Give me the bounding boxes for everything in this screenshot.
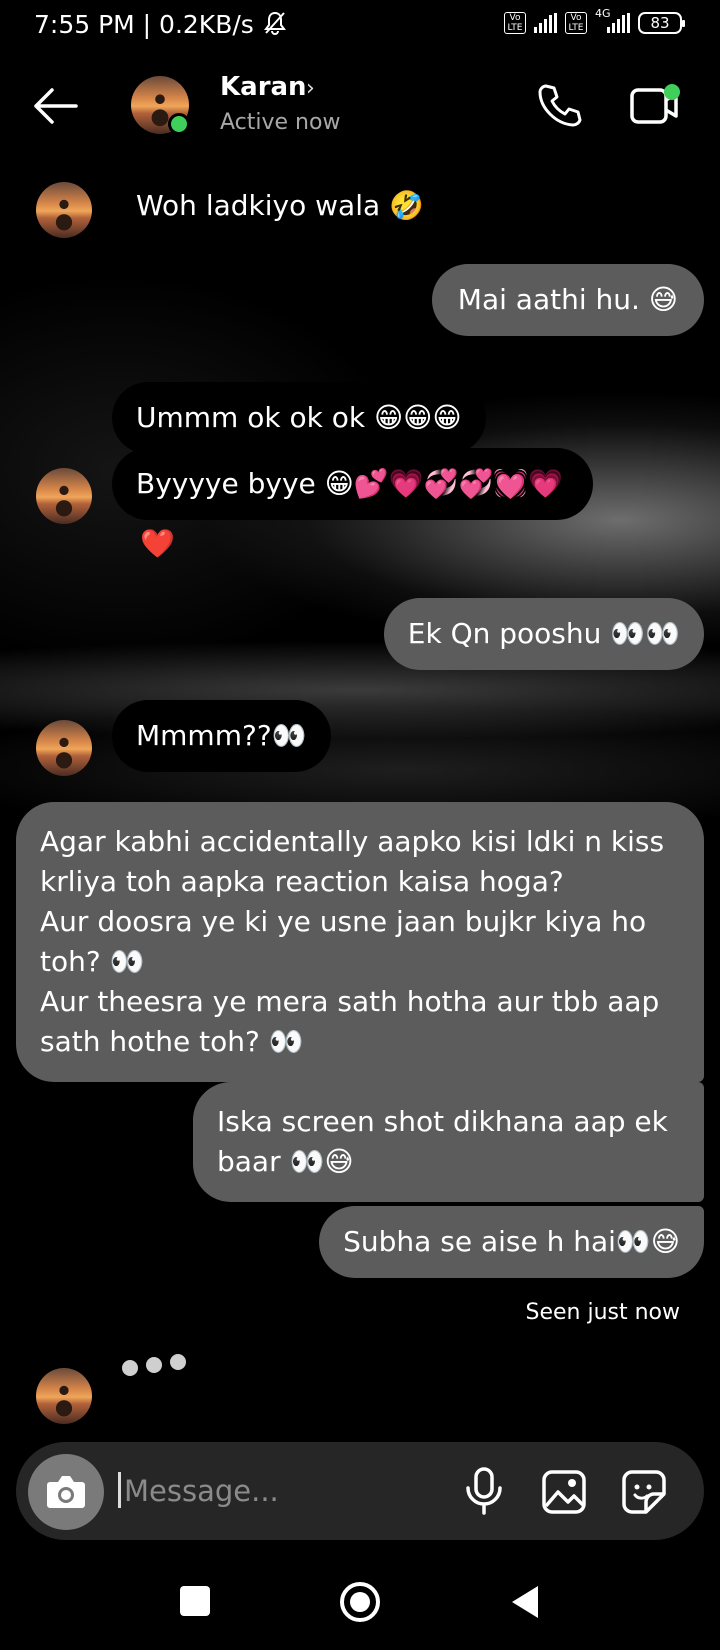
message-line: sath hothe toh? 👀 (40, 1025, 304, 1058)
message-line: baar 👀😅 (217, 1145, 354, 1178)
phone-icon[interactable] (536, 82, 584, 128)
seen-status: Seen just now (525, 1300, 680, 1325)
sticker-icon[interactable] (620, 1468, 668, 1516)
gallery-icon[interactable] (540, 1468, 588, 1516)
volte-badge-2: Vo LTE (565, 12, 587, 34)
chevron-right-icon[interactable]: › (306, 76, 315, 101)
message-line: Iska screen shot dikhana aap ek (217, 1105, 668, 1138)
battery-icon: 83 (638, 12, 685, 34)
volte-badge: Vo LTE (504, 12, 526, 34)
microphone-icon[interactable] (462, 1466, 506, 1516)
back-arrow-icon[interactable] (30, 86, 80, 126)
home-icon[interactable] (340, 1582, 380, 1622)
back-icon[interactable] (508, 1584, 542, 1620)
message-bubble-incoming[interactable]: Byyyye byye 😁💕💗💞💞💓💗 (112, 448, 594, 520)
sender-avatar[interactable] (36, 468, 92, 524)
camera-icon (47, 1476, 85, 1508)
signal-icon (534, 13, 557, 33)
bell-muted-icon (263, 11, 286, 35)
signal-4g-icon: 4G (595, 7, 630, 33)
contact-status: Active now (220, 110, 341, 135)
video-call-icon[interactable] (628, 82, 684, 128)
status-time-text: 7:55 PM | 0.2KB/s (34, 10, 254, 39)
message-line: Aur doosra ye ki ye usne jaan bujkr kiya… (40, 905, 647, 938)
message-bubble-outgoing[interactable]: Iska screen shot dikhana aap ek baar 👀😅 (193, 1082, 704, 1202)
contact-name[interactable]: Karan (220, 72, 307, 102)
message-reaction-heart[interactable]: ❤️ (140, 526, 175, 562)
message-bubble-outgoing[interactable]: Subha se aise h hai👀😅 (319, 1206, 704, 1278)
message-input[interactable] (124, 1466, 424, 1516)
message-bubble-outgoing[interactable]: Ek Qn pooshu 👀👀 (383, 598, 704, 670)
message-line: toh? 👀 (40, 945, 145, 978)
message-line: Aur theesra ye mera sath hotha aur tbb a… (40, 985, 660, 1018)
message-line: krliya toh aapka reaction kaisa hoga? (40, 865, 564, 898)
status-indicators: Vo LTE Vo LTE 4G 83 (504, 7, 685, 34)
text-cursor (118, 1472, 121, 1508)
message-line: Agar kabhi accidentally aapko kisi ldki … (40, 825, 665, 858)
message-bubble-outgoing-long[interactable]: Agar kabhi accidentally aapko kisi ldki … (16, 802, 704, 1082)
message-bubble-incoming[interactable]: Ummm ok ok ok 😁😁😁 (112, 382, 486, 454)
message-bubble-incoming[interactable]: Woh ladkiyo wala 🤣 (112, 170, 448, 242)
sender-avatar[interactable] (36, 1368, 92, 1424)
online-status-dot (168, 113, 190, 135)
sender-avatar[interactable] (36, 182, 92, 238)
message-bubble-outgoing[interactable]: Mai aathi hu. 😅 (431, 264, 704, 336)
recent-apps-icon[interactable] (180, 1586, 210, 1616)
camera-button[interactable] (28, 1454, 104, 1530)
message-bubble-incoming[interactable]: Mmmm??👀 (112, 700, 331, 772)
status-time: 7:55 PM | 0.2KB/s (34, 10, 288, 39)
sender-avatar[interactable] (36, 720, 92, 776)
network-type: 4G (595, 7, 611, 20)
typing-indicator (122, 1354, 186, 1376)
